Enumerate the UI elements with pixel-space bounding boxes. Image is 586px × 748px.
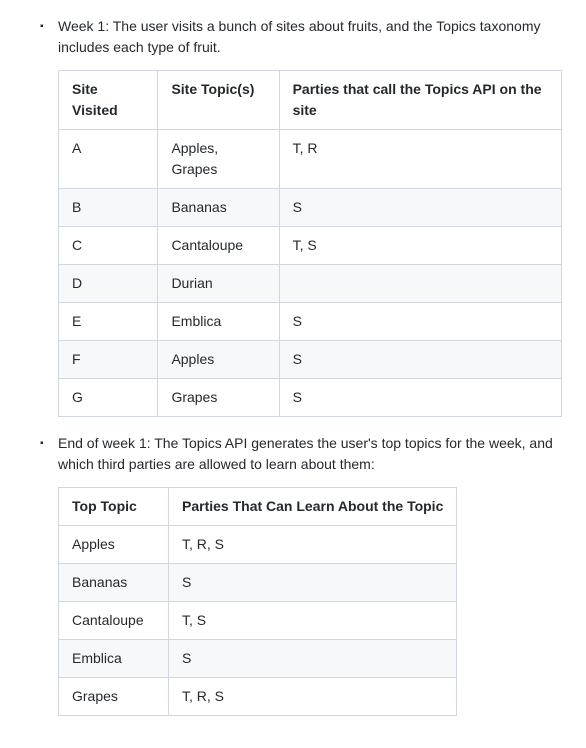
list-item-week1: Week 1: The user visits a bunch of sites… — [40, 16, 562, 417]
cell-topics: Cantaloupe — [158, 227, 279, 265]
col-learn-parties: Parties That Can Learn About the Topic — [169, 488, 457, 526]
table-row: Apples T, R, S — [59, 526, 457, 564]
cell-topics: Apples — [158, 341, 279, 379]
cell-parties: T, R, S — [169, 678, 457, 716]
list-item-endweek1: End of week 1: The Topics API generates … — [40, 433, 562, 716]
cell-site: B — [59, 189, 158, 227]
cell-parties: S — [279, 189, 561, 227]
cell-site: E — [59, 303, 158, 341]
cell-topics: Grapes — [158, 379, 279, 417]
week1-description: Week 1: The user visits a bunch of sites… — [58, 16, 562, 58]
cell-topics: Bananas — [158, 189, 279, 227]
table-row: A Apples, Grapes T, R — [59, 130, 562, 189]
table-row: F Apples S — [59, 341, 562, 379]
cell-topic: Grapes — [59, 678, 169, 716]
table-row: C Cantaloupe T, S — [59, 227, 562, 265]
table-row: E Emblica S — [59, 303, 562, 341]
cell-topic: Apples — [59, 526, 169, 564]
cell-parties — [279, 265, 561, 303]
cell-site: F — [59, 341, 158, 379]
table-header-row: Top Topic Parties That Can Learn About t… — [59, 488, 457, 526]
endweek1-description: End of week 1: The Topics API generates … — [58, 433, 562, 475]
bullet-list: Week 1: The user visits a bunch of sites… — [24, 16, 562, 716]
cell-topics: Emblica — [158, 303, 279, 341]
table-row: G Grapes S — [59, 379, 562, 417]
cell-site: A — [59, 130, 158, 189]
cell-site: D — [59, 265, 158, 303]
cell-parties: T, R — [279, 130, 561, 189]
table-row: D Durian — [59, 265, 562, 303]
cell-parties: S — [279, 341, 561, 379]
endweek1-table: Top Topic Parties That Can Learn About t… — [58, 487, 562, 716]
cell-site: C — [59, 227, 158, 265]
table-row: Cantaloupe T, S — [59, 602, 457, 640]
cell-topic: Cantaloupe — [59, 602, 169, 640]
cell-topics: Apples, Grapes — [158, 130, 279, 189]
cell-parties: T, R, S — [169, 526, 457, 564]
cell-site: G — [59, 379, 158, 417]
week1-table: Site Visited Site Topic(s) Parties that … — [58, 70, 562, 417]
cell-topics: Durian — [158, 265, 279, 303]
cell-parties: S — [279, 303, 561, 341]
cell-topic: Bananas — [59, 564, 169, 602]
cell-parties: S — [169, 640, 457, 678]
col-parties: Parties that call the Topics API on the … — [279, 71, 561, 130]
cell-parties: T, S — [169, 602, 457, 640]
col-site-topics: Site Topic(s) — [158, 71, 279, 130]
cell-parties: T, S — [279, 227, 561, 265]
table-header-row: Site Visited Site Topic(s) Parties that … — [59, 71, 562, 130]
table-row: Bananas S — [59, 564, 457, 602]
table-row: B Bananas S — [59, 189, 562, 227]
table-row: Grapes T, R, S — [59, 678, 457, 716]
cell-parties: S — [169, 564, 457, 602]
cell-topic: Emblica — [59, 640, 169, 678]
cell-parties: S — [279, 379, 561, 417]
table-row: Emblica S — [59, 640, 457, 678]
col-top-topic: Top Topic — [59, 488, 169, 526]
col-site-visited: Site Visited — [59, 71, 158, 130]
